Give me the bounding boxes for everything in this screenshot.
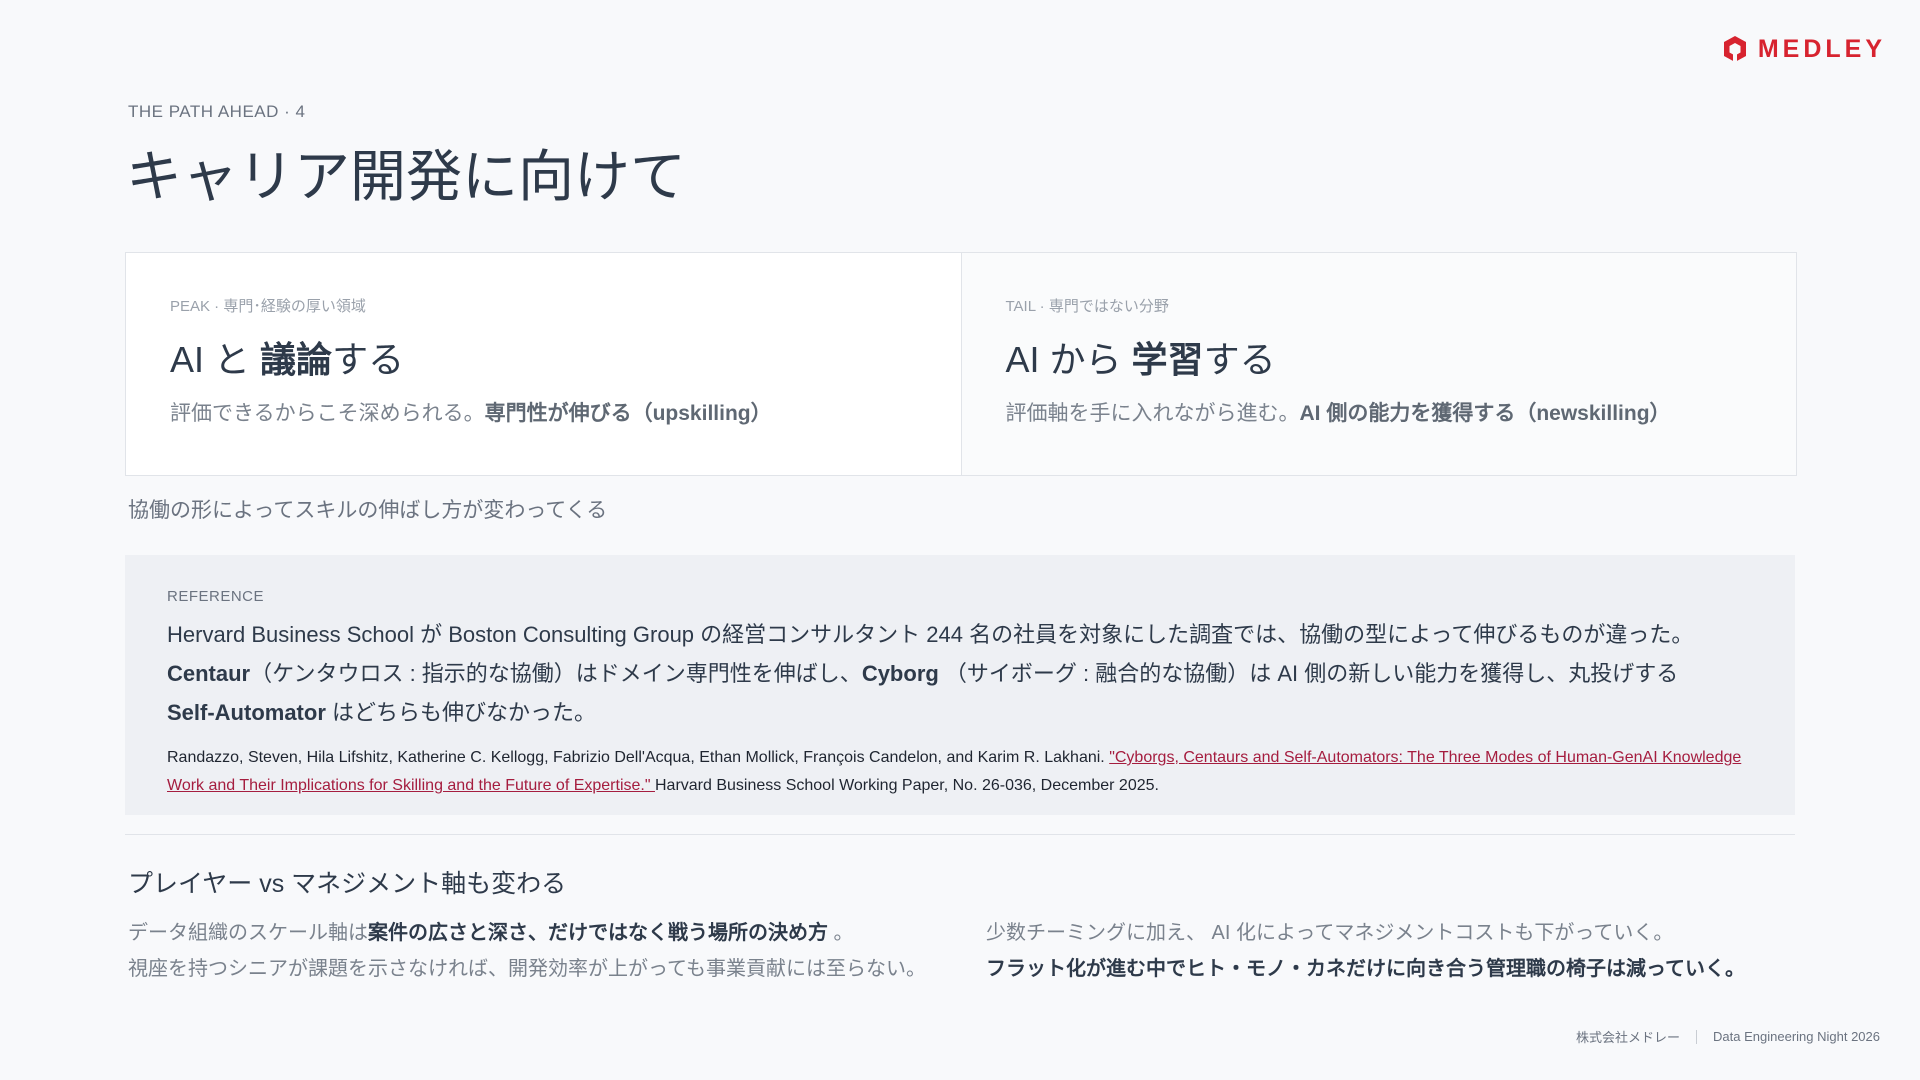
right-line-2: フラット化が進む中でヒト・モノ・カネだけに向き合う管理職の椅子は減っていく。 [986, 958, 1745, 980]
card-eyebrow: TAIL · 専門ではない分野 [1005, 298, 1169, 315]
cards-caption: 協働の形によってスキルの伸ばし方が変わってくる [128, 499, 608, 522]
card-description: 評価できるからこそ深められる。専門性が伸びる（upskilling） [170, 402, 772, 425]
footer: 株式会社メドレー Data Engineering Night 2026 [1576, 1027, 1880, 1046]
reference-line-2: Centaur（ケンタウロス : 指示的な協働）はドメイン専門性を伸ばし、Cyb… [167, 661, 1679, 686]
card-eyebrow: PEAK · 専門･経験の厚い領域 [170, 298, 366, 315]
left-column: データ組織のスケール軸は案件の広さと深さ、だけではなく戦う場所の決め方 。 視座… [128, 915, 926, 987]
card-peak: PEAK · 専門･経験の厚い領域 AI と 議論する 評価できるからこそ深めら… [126, 253, 961, 475]
reference-label: REFERENCE [167, 588, 265, 605]
footer-event: Data Engineering Night 2026 [1713, 1029, 1880, 1044]
card-title: AI と 議論する [170, 339, 405, 380]
citation: Randazzo, Steven, Hila Lifshitz, Katheri… [167, 749, 1742, 794]
page-title: キャリア開発に向けて [126, 145, 686, 208]
right-column: 少数チーミングに加え、 AI 化によってマネジメントコストも下がっていく。 フラ… [986, 915, 1745, 987]
brand-logo: MEDLEY [1720, 34, 1886, 64]
reference-line-3: Self-Automator はどちらも伸びなかった。 [167, 700, 597, 725]
reference-line-1: Hervard Business School が Boston Consult… [167, 622, 1694, 647]
footer-company: 株式会社メドレー [1576, 1030, 1681, 1045]
footer-separator [1696, 1029, 1698, 1044]
left-line-2: 視座を持つシニアが課題を示さなければ、開発効率が上がっても事業貢献には至らない。 [128, 958, 926, 980]
card-tail: TAIL · 専門ではない分野 AI から 学習する 評価軸を手に入れながら進む… [960, 253, 1796, 475]
brand-name: MEDLEY [1757, 34, 1886, 63]
skill-cards: PEAK · 専門･経験の厚い領域 AI と 議論する 評価できるからこそ深めら… [125, 252, 1797, 476]
card-description: 評価軸を手に入れながら進む。AI 側の能力を獲得する（newskilling） [1005, 402, 1671, 425]
card-title: AI から 学習する [1005, 339, 1276, 380]
medley-logo-icon [1723, 36, 1746, 62]
divider [125, 834, 1795, 835]
right-line-1: 少数チーミングに加え、 AI 化によってマネジメントコストも下がっていく。 [986, 922, 1674, 944]
reference-box: REFERENCE Hervard Business School が Bost… [125, 555, 1795, 815]
section-title: プレイヤー vs マネジメント軸も変わる [128, 870, 567, 898]
left-line-1: データ組織のスケール軸は案件の広さと深さ、だけではなく戦う場所の決め方 。 [128, 922, 854, 944]
page-eyebrow: THE PATH AHEAD · 4 [128, 102, 306, 121]
